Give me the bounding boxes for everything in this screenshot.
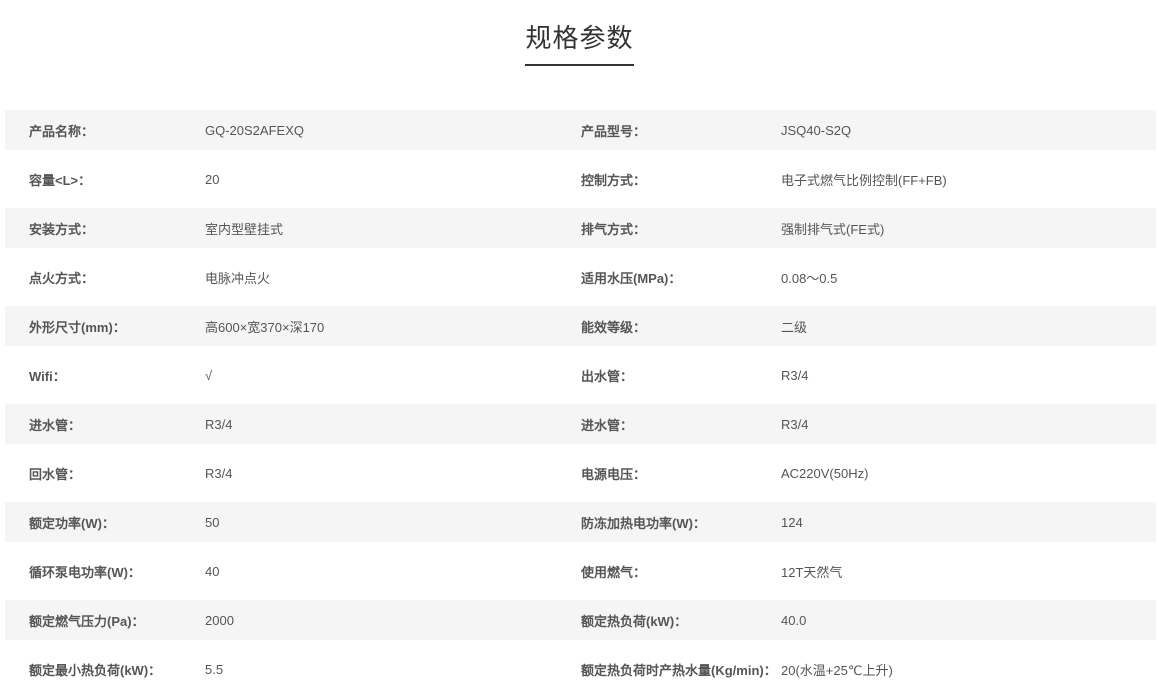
spec-label: 控制方式： <box>581 172 647 188</box>
spec-row: 点火方式： 电脉冲点火 适用水压(MPa)： 0.08～0.5 <box>5 248 1156 306</box>
spec-value: 5.5 <box>205 661 224 677</box>
spec-label: 能效等级： <box>581 319 647 335</box>
spec-label: 循环泵电功率(W)： <box>29 564 141 580</box>
spec-label: 产品型号： <box>581 123 647 139</box>
spec-row: 额定功率(W)： 50 防冻加热电功率(W)： 124 <box>5 502 1156 542</box>
spec-row: 容量<L>： 20 控制方式： 电子式燃气比例控制(FF+FB) <box>5 150 1156 208</box>
spec-value: R3/4 <box>781 416 809 432</box>
spec-label: 额定功率(W)： <box>29 515 115 531</box>
spec-label: 电源电压： <box>581 466 647 482</box>
spec-row: Wifi： √ 出水管： R3/4 <box>5 346 1156 404</box>
spec-label: 进水管： <box>29 417 82 433</box>
spec-value: 高600×宽370×深170 <box>205 319 325 335</box>
spec-value: AC220V(50Hz) <box>781 465 869 481</box>
spec-row: 安装方式： 室内型壁挂式 排气方式： 强制排气式(FE式) <box>5 208 1156 248</box>
spec-label: 额定最小热负荷(kW)： <box>29 662 162 678</box>
spec-label: 容量<L>： <box>29 172 92 188</box>
spec-row: 产品名称： GQ-20S2AFEXQ 产品型号： JSQ40-S2Q <box>5 110 1156 150</box>
spec-value: 0.08～0.5 <box>781 270 838 286</box>
spec-value: GQ-20S2AFEXQ <box>205 122 304 138</box>
spec-value: 电子式燃气比例控制(FF+FB) <box>781 172 947 188</box>
spec-label: 防冻加热电功率(W)： <box>581 515 706 531</box>
spec-value: √ <box>205 367 213 383</box>
spec-value: 40 <box>205 563 220 579</box>
spec-label: 额定热负荷时产热水量(Kg/min)： <box>581 662 777 678</box>
spec-label: 使用燃气： <box>581 564 647 580</box>
spec-value: JSQ40-S2Q <box>781 122 852 138</box>
spec-value: 12T天然气 <box>781 564 843 580</box>
spec-value: 2000 <box>205 612 234 628</box>
spec-row: 外形尺寸(mm)： 高600×宽370×深170 能效等级： 二级 <box>5 306 1156 346</box>
spec-row: 循环泵电功率(W)： 40 使用燃气： 12T天然气 <box>5 542 1156 600</box>
spec-row: 进水管： R3/4 进水管： R3/4 <box>5 404 1156 444</box>
spec-value: 20(水温+25℃上升) <box>781 662 893 678</box>
spec-label: 出水管： <box>581 368 634 384</box>
spec-value: 50 <box>205 514 220 530</box>
spec-value: 室内型壁挂式 <box>205 221 284 237</box>
spec-label: 回水管： <box>29 466 82 482</box>
spec-label: 额定燃气压力(Pa)： <box>29 613 145 629</box>
spec-label: 额定热负荷(kW)： <box>581 613 688 629</box>
spec-label: 点火方式： <box>29 270 95 286</box>
spec-value: 124 <box>781 514 803 530</box>
page-title: 规格参数 <box>525 22 634 66</box>
spec-row: 额定燃气压力(Pa)： 2000 额定热负荷(kW)： 40.0 <box>5 600 1156 640</box>
spec-value: 电脉冲点火 <box>205 270 271 286</box>
spec-label: 安装方式： <box>29 221 95 237</box>
spec-value: 强制排气式(FE式) <box>781 221 885 237</box>
spec-label: 进水管： <box>581 417 634 433</box>
spec-label: Wifi： <box>29 368 66 384</box>
spec-value: R3/4 <box>781 367 809 383</box>
spec-label: 排气方式： <box>581 221 647 237</box>
spec-value: R3/4 <box>205 416 233 432</box>
spec-value: 20 <box>205 171 220 187</box>
spec-value: R3/4 <box>205 465 233 481</box>
spec-label: 产品名称： <box>29 123 95 139</box>
spec-row: 额定最小热负荷(kW)： 5.5 额定热负荷时产热水量(Kg/min)： 20(… <box>5 640 1156 698</box>
spec-value: 二级 <box>781 319 808 335</box>
spec-table: 产品名称： GQ-20S2AFEXQ 产品型号： JSQ40-S2Q 容量<L>… <box>5 110 1156 698</box>
spec-row: 回水管： R3/4 电源电压： AC220V(50Hz) <box>5 444 1156 502</box>
spec-value: 40.0 <box>781 612 807 628</box>
title-area: 规格参数 <box>0 0 1159 80</box>
spec-label: 外形尺寸(mm)： <box>29 319 126 335</box>
spec-label: 适用水压(MPa)： <box>581 270 682 286</box>
